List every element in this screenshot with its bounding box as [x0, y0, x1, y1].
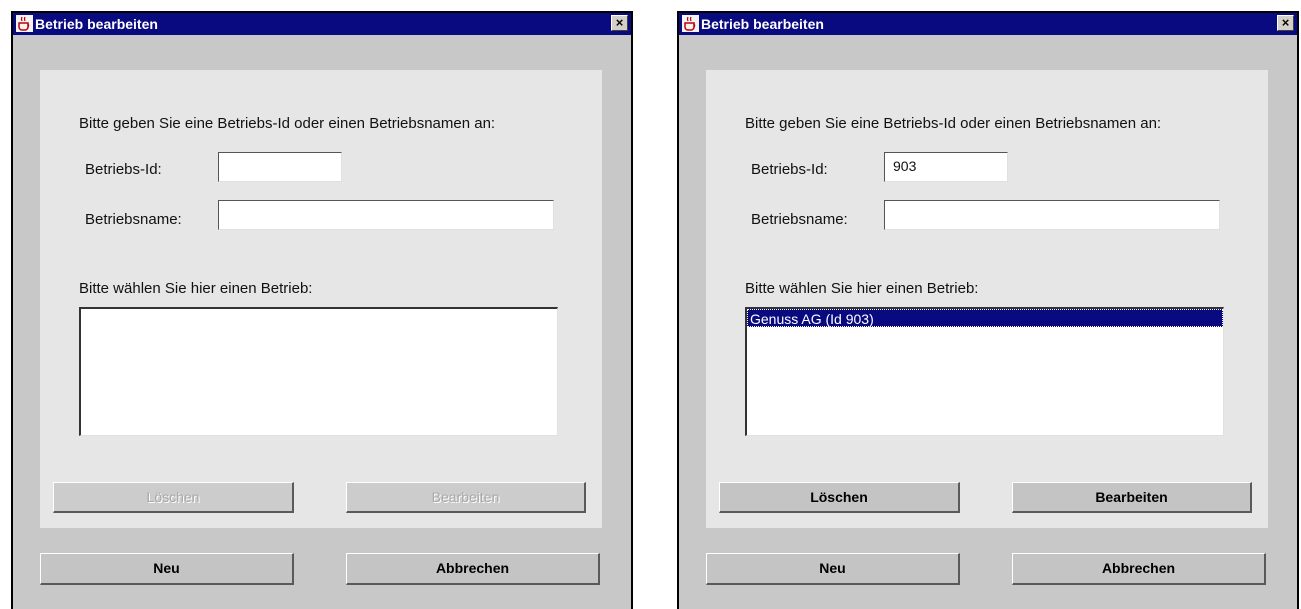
close-button[interactable]: × — [611, 15, 628, 31]
betriebsname-label: Betriebsname: — [85, 211, 182, 228]
betrieb-list[interactable] — [79, 307, 558, 436]
list-label: Bitte wählen Sie hier einen Betrieb: — [79, 280, 313, 297]
prompt-text: Bitte geben Sie eine Betriebs-Id oder ei… — [745, 115, 1162, 132]
new-button[interactable]: Neu — [706, 553, 960, 585]
delete-button[interactable]: Löschen — [53, 482, 294, 513]
betriebs-id-label: Betriebs-Id: — [85, 161, 162, 178]
dialog-window-selected: Betrieb bearbeiten × Bitte geben Sie ein… — [677, 11, 1299, 609]
betriebs-id-input[interactable] — [218, 152, 342, 182]
content-panel: Bitte geben Sie eine Betriebs-Id oder ei… — [706, 70, 1268, 528]
cancel-button[interactable]: Abbrechen — [1012, 553, 1266, 585]
title-bar[interactable]: Betrieb bearbeiten × — [13, 13, 631, 35]
list-label: Bitte wählen Sie hier einen Betrieb: — [745, 280, 979, 297]
close-icon: × — [1281, 15, 1290, 30]
betriebsname-label: Betriebsname: — [751, 211, 848, 228]
prompt-text: Bitte geben Sie eine Betriebs-Id oder ei… — [79, 115, 496, 132]
betrieb-list[interactable]: Genuss AG (Id 903) — [745, 307, 1224, 436]
cancel-button[interactable]: Abbrechen — [346, 553, 600, 585]
close-button[interactable]: × — [1277, 15, 1294, 31]
edit-button[interactable]: Bearbeiten — [1012, 482, 1252, 513]
java-cup-icon — [682, 15, 699, 32]
list-item[interactable]: Genuss AG (Id 903) — [747, 309, 1223, 327]
close-icon: × — [615, 15, 624, 30]
edit-button[interactable]: Bearbeiten — [346, 482, 586, 513]
new-button[interactable]: Neu — [40, 553, 294, 585]
content-panel: Bitte geben Sie eine Betriebs-Id oder ei… — [40, 70, 602, 528]
delete-button[interactable]: Löschen — [719, 482, 960, 513]
betriebs-id-input[interactable]: 903 — [884, 152, 1008, 182]
java-cup-icon — [16, 15, 33, 32]
betriebsname-input[interactable] — [218, 200, 554, 230]
dialog-window-empty: Betrieb bearbeiten × Bitte geben Sie ein… — [11, 11, 633, 609]
betriebs-id-label: Betriebs-Id: — [751, 161, 828, 178]
window-title: Betrieb bearbeiten — [35, 16, 158, 32]
betriebsname-input[interactable] — [884, 200, 1220, 230]
title-bar[interactable]: Betrieb bearbeiten × — [679, 13, 1297, 35]
window-title: Betrieb bearbeiten — [701, 16, 824, 32]
